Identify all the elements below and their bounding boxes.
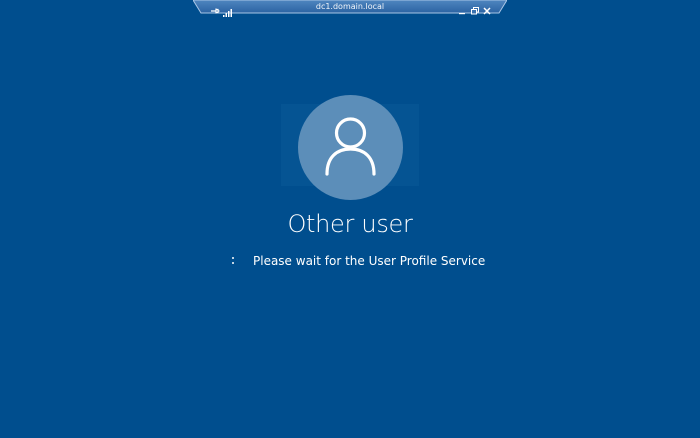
connection-host-name: dc1.domain.local [315,2,385,11]
remote-connection-bar: dc1.domain.local [193,0,507,17]
restore-icon[interactable] [470,1,480,15]
status-message: Please wait for the User Profile Service [253,254,486,268]
minimize-icon[interactable] [457,1,467,15]
sign-in-status: Please wait for the User Profile Service [0,252,700,270]
user-name: Other user [287,210,413,238]
spinner-icon [228,254,238,266]
pin-icon[interactable] [210,1,220,14]
user-avatar [298,95,403,200]
connection-quality-icon[interactable] [223,2,232,17]
user-icon [325,117,376,176]
close-icon[interactable] [482,1,492,15]
